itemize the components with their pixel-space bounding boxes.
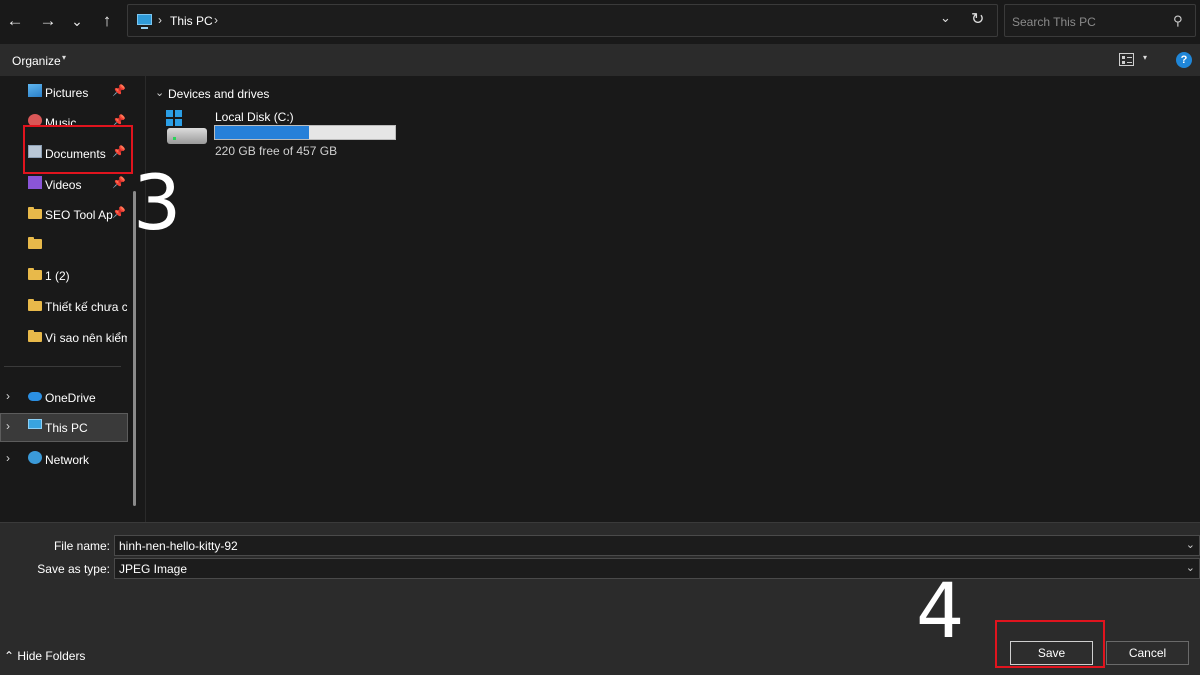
sidebar-item-label: OneDrive [45, 391, 96, 405]
folder-icon [28, 299, 42, 311]
sidebar-item-unnamed-folder[interactable] [0, 230, 128, 258]
save-as-type-value: JPEG Image [119, 562, 188, 576]
file-name-dropdown-icon[interactable]: ⌄ [1186, 538, 1195, 551]
hide-folders-button[interactable]: ⌃ Hide Folders [4, 649, 85, 663]
expand-chevron-icon[interactable]: › [6, 451, 10, 465]
address-dropdown-icon[interactable]: ⌄ [940, 10, 951, 26]
sidebar-item-videos[interactable]: Videos 📌 [0, 170, 128, 198]
this-pc-icon [28, 419, 42, 429]
search-input[interactable]: Search This PC ⚲ [1004, 4, 1196, 37]
save-as-type-dropdown-icon[interactable]: ⌄ [1186, 561, 1195, 574]
save-as-type-label: Save as type: [37, 562, 110, 576]
pin-icon[interactable]: 📌 [112, 84, 126, 97]
organize-caret-icon[interactable]: ▾ [62, 53, 66, 62]
network-icon [28, 451, 42, 464]
up-arrow-icon[interactable]: ↑ [96, 9, 118, 33]
drive-icon [165, 110, 209, 146]
pictures-icon [28, 84, 42, 97]
view-options-caret-icon[interactable]: ▾ [1143, 53, 1147, 62]
step-3-label: 3 [133, 158, 182, 247]
drive-free-space: 220 GB free of 457 GB [215, 144, 338, 158]
onedrive-icon [28, 392, 42, 401]
pin-icon[interactable]: 📌 [112, 176, 126, 189]
drive-usage-fill [215, 126, 309, 139]
sidebar-divider [4, 366, 121, 367]
breadcrumb-separator-icon[interactable]: › [214, 13, 218, 27]
breadcrumb-this-pc[interactable]: This PC [170, 14, 213, 28]
help-icon[interactable]: ? [1176, 52, 1192, 68]
address-bar[interactable]: › This PC › ⌄ ↻ [127, 4, 998, 37]
hard-disk-icon [167, 128, 207, 144]
videos-icon [28, 176, 42, 189]
expand-chevron-icon[interactable]: › [6, 389, 10, 403]
hide-folders-label: Hide Folders [17, 649, 86, 663]
sidebar-item-onedrive[interactable]: › OneDrive [0, 383, 128, 411]
chevron-up-icon: ⌃ [4, 649, 15, 663]
view-options-icon[interactable] [1119, 53, 1134, 66]
group-collapse-chevron-icon[interactable]: ⌄ [155, 86, 164, 99]
step-4-label: 4 [916, 566, 965, 655]
organize-button[interactable]: Organize [12, 54, 61, 68]
sidebar-item-1-2[interactable]: 1 (2) [0, 261, 128, 289]
drive-local-disk-c[interactable]: Local Disk (C:) 220 GB free of 457 GB [165, 108, 405, 160]
pin-icon[interactable]: 📌 [112, 206, 126, 219]
sidebar-item-label: SEO Tool App [45, 208, 113, 222]
refresh-icon[interactable]: ↻ [971, 9, 984, 29]
documents-highlight-box [23, 125, 133, 174]
file-name-input[interactable]: hinh-nen-hello-kitty-92 ⌄ [114, 535, 1200, 556]
search-placeholder: Search This PC [1012, 15, 1096, 29]
sidebar-item-network[interactable]: › Network [0, 445, 128, 473]
recent-locations-chevron-icon[interactable]: ⌄ [66, 9, 88, 33]
search-icon[interactable]: ⚲ [1173, 13, 1183, 29]
sidebar-item-this-pc[interactable]: › This PC [0, 413, 128, 442]
pane-splitter[interactable] [145, 76, 146, 522]
file-name-value: hinh-nen-hello-kitty-92 [119, 539, 238, 553]
navigation-bar: ← → ⌄ ↑ › This PC › ⌄ ↻ Search This PC ⚲ [0, 0, 1200, 44]
save-as-type-select[interactable]: JPEG Image ⌄ [114, 558, 1200, 579]
sidebar-item-pictures[interactable]: Pictures 📌 [0, 78, 128, 106]
file-name-label: File name: [53, 539, 110, 553]
sidebar-item-label: 1 (2) [45, 269, 70, 283]
expand-chevron-icon[interactable]: › [6, 419, 10, 433]
command-bar: Organize ▾ ▾ ? [0, 44, 1200, 76]
cancel-button[interactable]: Cancel [1106, 641, 1189, 665]
breadcrumb-separator-icon[interactable]: › [158, 13, 162, 27]
folder-icon [28, 207, 42, 219]
windows-logo-icon [166, 110, 182, 126]
forward-arrow-icon[interactable]: → [37, 9, 59, 33]
drive-name: Local Disk (C:) [215, 110, 294, 124]
sidebar-item-vi-sao[interactable]: Vì sao nên kiểm [0, 323, 128, 351]
save-highlight-box [995, 620, 1105, 668]
sidebar-item-label: Vì sao nên kiểm [45, 331, 127, 345]
folder-icon [28, 330, 42, 342]
back-arrow-icon[interactable]: ← [4, 9, 26, 33]
sidebar-item-label: Network [45, 453, 90, 467]
sidebar-item-label: Thiết kế chưa có [45, 300, 127, 314]
folder-icon [28, 237, 42, 249]
group-header-devices-and-drives[interactable]: Devices and drives [168, 87, 269, 101]
sidebar-item-thiet-ke[interactable]: Thiết kế chưa có [0, 292, 128, 320]
computer-icon [137, 14, 152, 29]
drive-usage-bar [214, 125, 396, 140]
sidebar-item-label: This PC [45, 421, 88, 435]
sidebar-item-seo-tool-app[interactable]: SEO Tool App 📌 [0, 200, 128, 228]
folder-icon [28, 268, 42, 280]
